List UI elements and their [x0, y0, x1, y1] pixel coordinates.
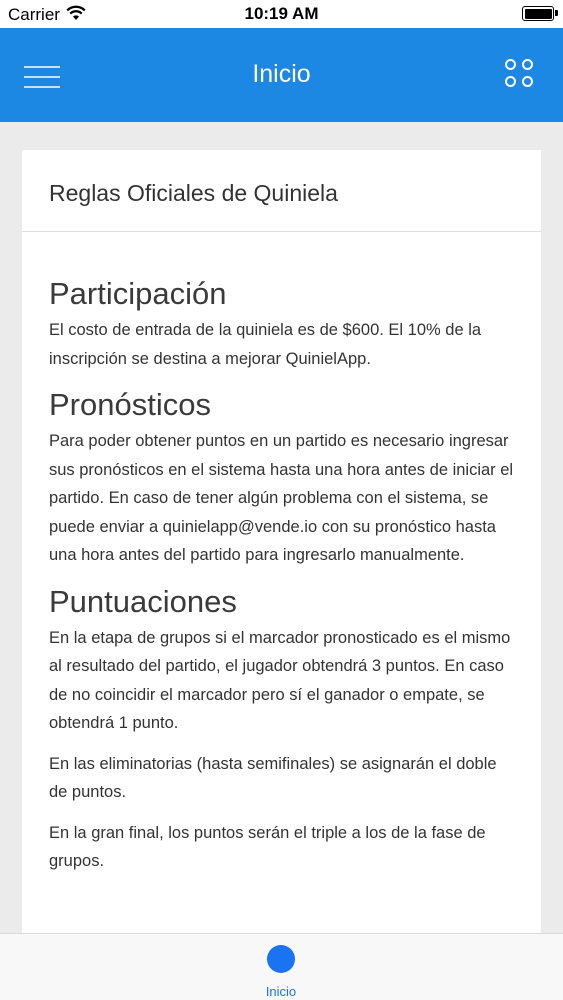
section-paragraph: En las eliminatorias (hasta semifinales)…: [49, 754, 497, 802]
section-paragraph: En la gran final, los puntos serán el tr…: [49, 823, 486, 871]
section-heading-pronosticos: Pronósticos: [49, 387, 211, 422]
app-header: Inicio: [0, 28, 563, 122]
section-heading-puntuaciones: Puntuaciones: [49, 583, 237, 619]
status-bar: Carrier 10:19 AM: [0, 0, 563, 28]
tab-label: Inicio: [265, 984, 297, 999]
section-paragraph: El costo de entrada de la quiniela es de…: [49, 321, 482, 368]
rules-card: Reglas Oficiales de Quiniela Participaci…: [22, 150, 541, 980]
status-time: 10:19 AM: [244, 4, 319, 23]
section-heading-participacion: Participación: [49, 276, 227, 311]
battery-icon: [522, 6, 558, 21]
home-tab-icon: [267, 945, 295, 973]
tab-inicio[interactable]: Inicio: [241, 934, 321, 1000]
section-paragraph: En la etapa de grupos si el marcador pro…: [49, 628, 511, 733]
page-title: Inicio: [252, 60, 311, 88]
card-header: Reglas Oficiales de Quiniela: [22, 150, 541, 232]
card-body: Participación El costo de entrada de la …: [22, 232, 541, 876]
tab-bar: Inicio: [0, 933, 563, 1000]
section-paragraph: Para poder obtener puntos en un partido …: [49, 432, 514, 564]
grid-dots-icon[interactable]: [505, 59, 535, 89]
card-title: Reglas Oficiales de Quiniela: [49, 180, 338, 206]
